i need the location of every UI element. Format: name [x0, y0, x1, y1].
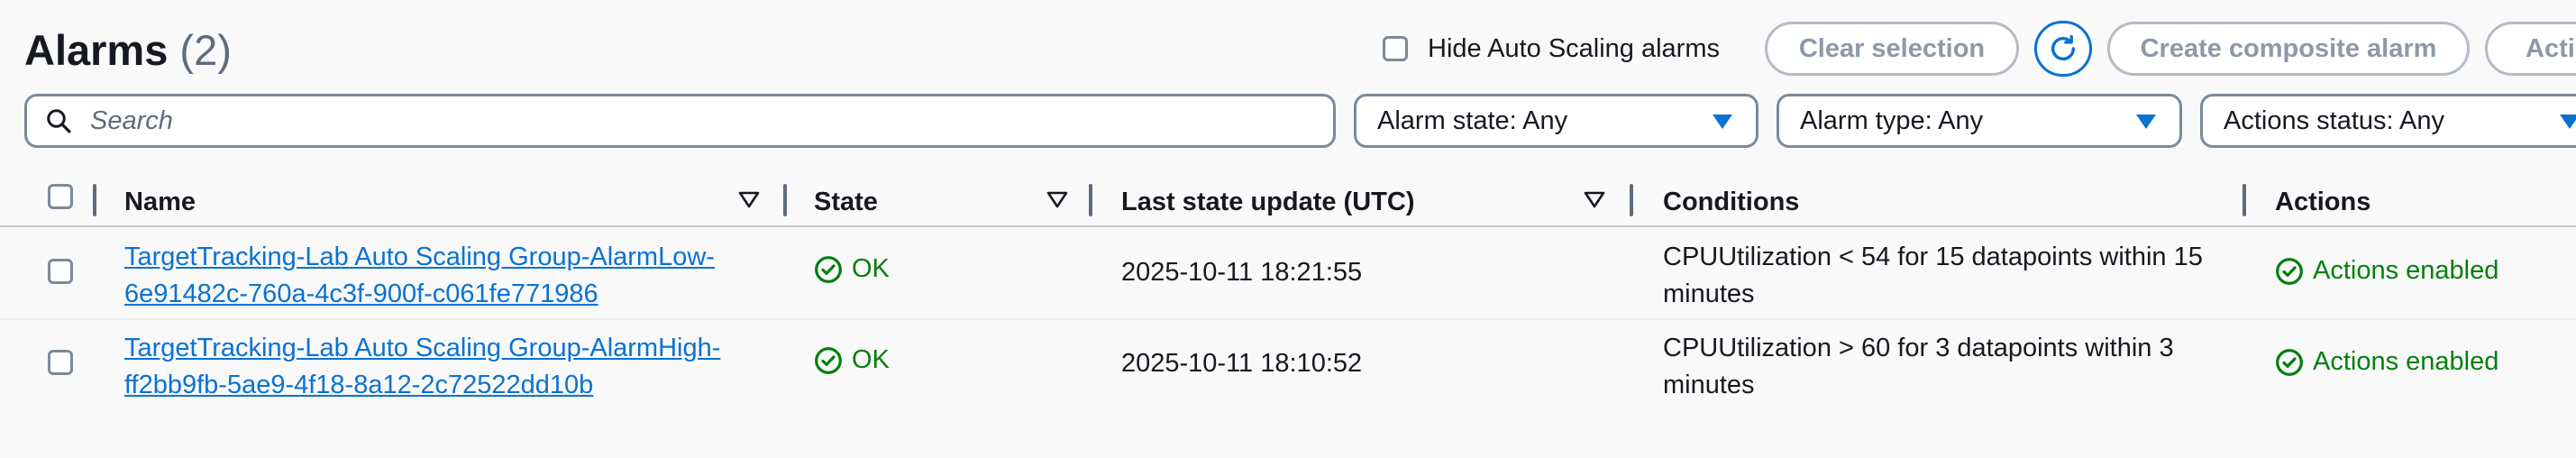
- select-all-checkbox[interactable]: [48, 184, 73, 209]
- alarm-name-link[interactable]: TargetTracking-Lab Auto Scaling Group-Al…: [124, 330, 746, 404]
- state-text: OK: [852, 345, 890, 374]
- column-divider: [93, 184, 96, 216]
- alarm-type-value: Alarm type: Any: [1800, 105, 1984, 135]
- clear-selection-button[interactable]: Clear selection: [1765, 22, 2019, 76]
- sort-icon[interactable]: [1046, 189, 1069, 211]
- table-row: TargetTracking-Lab Auto Scaling Group-Al…: [0, 318, 2576, 409]
- actions-cell: Actions enabled: [2275, 256, 2498, 286]
- column-divider[interactable]: [2243, 184, 2246, 216]
- search-input[interactable]: [88, 105, 1264, 137]
- alarm-type-select[interactable]: Alarm type: Any: [1777, 94, 2182, 148]
- actions-status-select[interactable]: Actions status: Any: [2200, 94, 2576, 148]
- refresh-button[interactable]: [2034, 21, 2092, 77]
- column-header-actions: Actions: [2275, 188, 2371, 216]
- actions-dropdown-button[interactable]: Actions: [2485, 22, 2576, 76]
- column-divider[interactable]: [1630, 184, 1633, 216]
- last-update-text: 2025-10-11 18:21:55: [1121, 258, 1363, 287]
- caret-down-icon: [1713, 114, 1732, 129]
- hide-autoscaling-toggle[interactable]: Hide Auto Scaling alarms: [1383, 31, 1720, 67]
- alarm-name-link[interactable]: TargetTracking-Lab Auto Scaling Group-Al…: [124, 239, 746, 313]
- check-circle-icon: [815, 255, 842, 283]
- search-field[interactable]: [24, 94, 1336, 148]
- state-cell: OK: [814, 345, 890, 375]
- page-title: Alarms (2): [24, 23, 232, 78]
- column-header-name[interactable]: Name: [124, 188, 196, 217]
- actions-cell: Actions enabled: [2275, 347, 2498, 377]
- caret-down-icon: [2560, 114, 2576, 129]
- search-icon: [47, 109, 71, 133]
- column-divider[interactable]: [1089, 184, 1092, 216]
- hide-autoscaling-checkbox[interactable]: [1383, 36, 1408, 61]
- create-composite-alarm-button[interactable]: Create composite alarm: [2107, 22, 2470, 76]
- actions-status-text: Actions enabled: [2313, 347, 2499, 376]
- caret-down-icon: [2136, 114, 2156, 129]
- alarm-state-value: Alarm state: Any: [1377, 105, 1568, 135]
- sort-icon[interactable]: [1583, 189, 1606, 211]
- last-update-text: 2025-10-11 18:10:52: [1121, 349, 1363, 378]
- check-circle-icon: [2276, 348, 2303, 376]
- column-header-last-update[interactable]: Last state update (UTC): [1121, 188, 1414, 217]
- sort-icon[interactable]: [737, 189, 761, 211]
- actions-status-text: Actions enabled: [2313, 256, 2499, 285]
- check-circle-icon: [2276, 257, 2303, 285]
- table-header: Name State Last state update (UTC) Condi…: [0, 177, 2576, 227]
- hide-autoscaling-label: Hide Auto Scaling alarms: [1428, 33, 1720, 63]
- refresh-icon: [2051, 34, 2076, 60]
- conditions-text: CPUUtilization > 60 for 3 datapoints wit…: [1663, 334, 2174, 399]
- state-cell: OK: [814, 254, 890, 284]
- column-divider[interactable]: [783, 184, 787, 216]
- page-title-text: Alarms: [24, 26, 169, 74]
- row-checkbox[interactable]: [48, 259, 73, 284]
- conditions-text: CPUUtilization < 54 for 15 datapoints wi…: [1663, 243, 2203, 308]
- row-checkbox[interactable]: [48, 350, 73, 375]
- column-header-state[interactable]: State: [814, 188, 878, 217]
- table-row: TargetTracking-Lab Auto Scaling Group-Al…: [0, 227, 2576, 320]
- check-circle-icon: [815, 346, 842, 374]
- actions-status-value: Actions status: Any: [2224, 105, 2445, 135]
- state-text: OK: [852, 254, 890, 283]
- alarm-state-select[interactable]: Alarm state: Any: [1354, 94, 1758, 148]
- column-header-conditions: Conditions: [1663, 188, 1800, 216]
- alarm-count: (2): [179, 26, 232, 74]
